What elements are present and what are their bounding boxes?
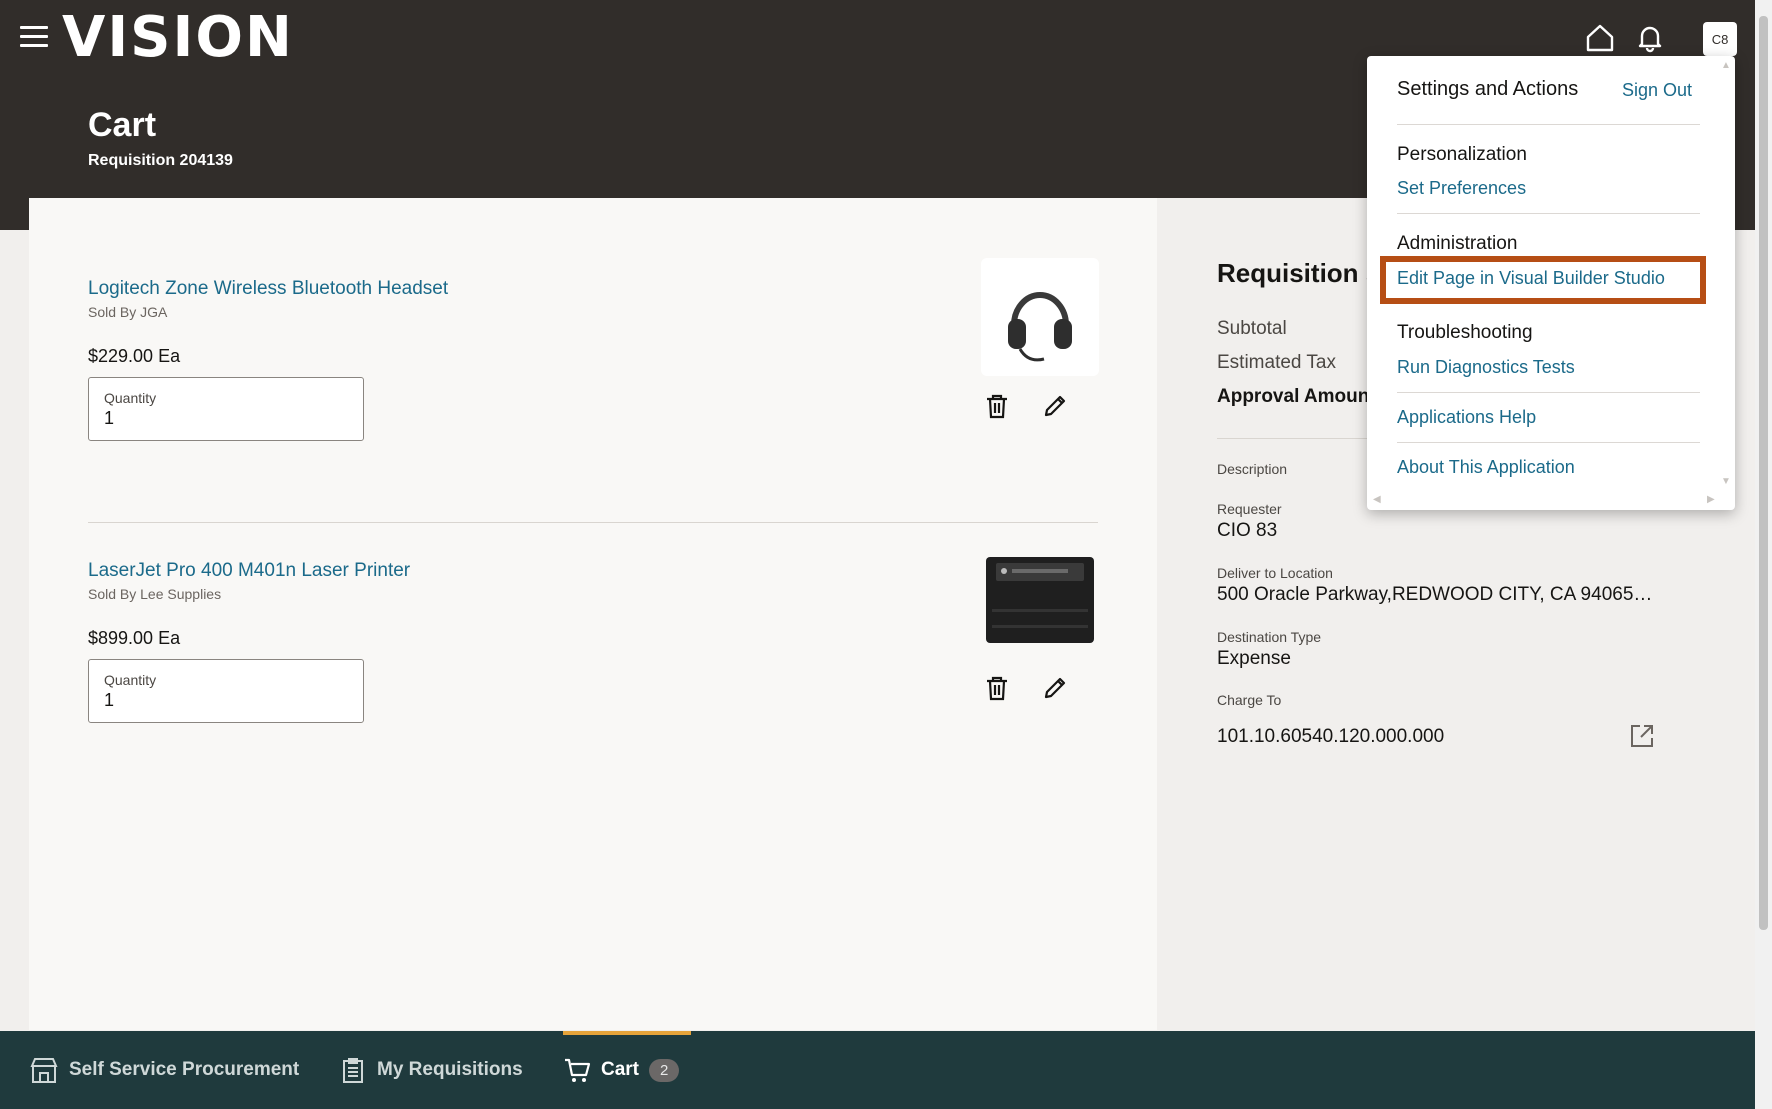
delete-trash-icon[interactable] — [983, 674, 1011, 702]
nav-label: Cart — [601, 1059, 640, 1080]
menu-scroll-right-icon[interactable]: ▶ — [1707, 494, 1715, 505]
quantity-label: Quantity — [104, 672, 157, 688]
estimated-tax-label: Estimated Tax — [1217, 352, 1336, 373]
item-seller: Sold By Lee Supplies — [88, 586, 222, 602]
bottom-navigation-bar: Self Service Procurement My Requisitions… — [0, 1031, 1755, 1109]
deliver-to-location-label: Deliver to Location — [1217, 565, 1333, 581]
user-avatar[interactable]: C8 — [1703, 22, 1737, 56]
menu-separator — [1397, 124, 1700, 125]
cart-item: Logitech Zone Wireless Bluetooth Headset… — [59, 258, 1099, 441]
quantity-value[interactable]: 1 — [104, 690, 348, 711]
description-label: Description — [1217, 461, 1288, 477]
edit-page-visual-builder-link[interactable]: Edit Page in Visual Builder Studio — [1397, 268, 1665, 289]
headset-product-image[interactable] — [981, 258, 1099, 376]
subtotal-label: Subtotal — [1217, 318, 1287, 339]
charge-to-value: 101.10.60540.120.000.000 — [1217, 726, 1445, 747]
menu-scroll-down-icon[interactable]: ▼ — [1721, 476, 1731, 487]
headset-icon — [1008, 292, 1072, 362]
sign-out-link[interactable]: Sign Out — [1622, 80, 1692, 101]
menu-title: Settings and Actions — [1397, 78, 1579, 100]
personalization-heading: Personalization — [1397, 144, 1527, 165]
deliver-to-location-value: 500 Oracle Parkway,REDWOOD CITY, CA 9406… — [1217, 584, 1653, 605]
troubleshooting-heading: Troubleshooting — [1397, 322, 1533, 343]
settings-and-actions-menu: Settings and Actions Sign Out Personaliz… — [1367, 56, 1735, 510]
edit-pencil-icon[interactable] — [1041, 674, 1069, 702]
external-link-icon[interactable] — [1628, 722, 1656, 750]
store-icon — [30, 1058, 58, 1083]
menu-scroll-up-icon[interactable]: ▲ — [1721, 60, 1731, 71]
quantity-label: Quantity — [104, 390, 157, 406]
printer-product-image[interactable] — [981, 540, 1099, 658]
nav-cart[interactable]: Cart 2 — [563, 1031, 680, 1109]
printer-icon — [986, 557, 1094, 643]
set-preferences-link[interactable]: Set Preferences — [1397, 178, 1526, 199]
quantity-field[interactable]: Quantity 1 — [88, 377, 364, 441]
about-application-link[interactable]: About This Application — [1397, 457, 1575, 478]
scrollbar-thumb[interactable] — [1759, 16, 1768, 930]
requester-label: Requester — [1217, 501, 1282, 517]
page-scrollbar[interactable] — [1755, 0, 1772, 1109]
applications-help-link[interactable]: Applications Help — [1397, 407, 1536, 428]
menu-separator — [1397, 213, 1700, 214]
cart-icon — [565, 1058, 591, 1082]
administration-heading: Administration — [1397, 233, 1518, 254]
nav-self-service-procurement[interactable]: Self Service Procurement — [29, 1031, 299, 1109]
quantity-field[interactable]: Quantity 1 — [88, 659, 364, 723]
item-seller: Sold By JGA — [88, 304, 168, 320]
page-title: Cart — [88, 106, 157, 144]
nav-label: Self Service Procurement — [69, 1059, 300, 1080]
cart-item: LaserJet Pro 400 M401n Laser Printer Sol… — [59, 557, 1099, 723]
destination-type-value: Expense — [1217, 648, 1291, 669]
app-logo: VISION — [62, 5, 294, 70]
approval-amount-label: Approval Amoun — [1217, 386, 1370, 407]
hamburger-menu-icon[interactable] — [20, 26, 48, 48]
menu-separator — [1397, 442, 1700, 443]
item-price: $899.00 Ea — [88, 628, 181, 648]
destination-type-label: Destination Type — [1217, 629, 1322, 645]
quantity-value[interactable]: 1 — [104, 408, 348, 429]
page-subtitle: Requisition 204139 — [88, 152, 233, 169]
clipboard-list-icon — [343, 1058, 363, 1083]
delete-trash-icon[interactable] — [983, 392, 1011, 420]
charge-to-label: Charge To — [1217, 692, 1282, 708]
item-name-link[interactable]: Logitech Zone Wireless Bluetooth Headset — [88, 278, 1099, 300]
nav-my-requisitions[interactable]: My Requisitions — [339, 1031, 523, 1109]
menu-separator — [1397, 392, 1700, 393]
requester-value: CIO 83 — [1217, 520, 1278, 541]
notifications-bell-icon[interactable] — [1634, 22, 1666, 54]
item-divider — [88, 522, 1098, 523]
nav-label: My Requisitions — [377, 1059, 523, 1080]
item-name-link[interactable]: LaserJet Pro 400 M401n Laser Printer — [88, 560, 1099, 582]
home-icon[interactable] — [1584, 22, 1616, 54]
summary-title: Requisition s — [1217, 258, 1379, 288]
cart-count-badge: 2 — [649, 1058, 680, 1082]
run-diagnostics-link[interactable]: Run Diagnostics Tests — [1397, 357, 1575, 378]
menu-scroll-left-icon[interactable]: ◀ — [1373, 494, 1381, 505]
item-price: $229.00 Ea — [88, 346, 181, 366]
edit-pencil-icon[interactable] — [1041, 392, 1069, 420]
